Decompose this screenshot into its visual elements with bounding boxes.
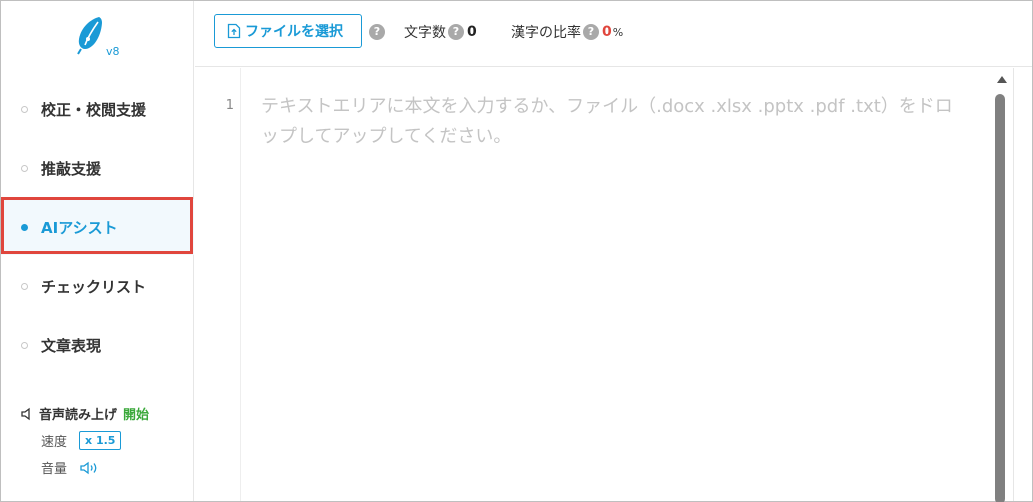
- sidebar-item-checklist[interactable]: チェックリスト: [1, 258, 194, 314]
- sidebar-item-label: チェックリスト: [41, 277, 147, 296]
- voice-start-button[interactable]: 開始: [123, 404, 149, 423]
- upload-file-icon: [227, 23, 241, 39]
- char-count-label: 文字数: [404, 25, 446, 41]
- nav-bullet-icon: [21, 105, 28, 113]
- kanji-ratio: 漢字の比率 ? 0 %: [511, 22, 623, 42]
- toolbar: ファイルを選択 ? 文字数 ? 0 漢字の比率 ? 0 %: [195, 1, 1032, 67]
- right-panel-edge: [1013, 68, 1032, 501]
- voice-reader-panel: 音声読み上げ 開始 速度 x 1.5 音量: [20, 404, 149, 477]
- help-icon[interactable]: ?: [448, 24, 464, 40]
- vertical-scrollbar[interactable]: [991, 68, 1013, 502]
- volume-icon[interactable]: [79, 461, 101, 475]
- char-count: 文字数 ? 0: [404, 22, 477, 42]
- volume-label: 音量: [41, 462, 68, 477]
- voice-reader-title: 音声読み上げ: [39, 408, 118, 423]
- app-logo[interactable]: v8: [73, 15, 133, 65]
- kanji-ratio-value: 0: [602, 24, 612, 40]
- sidebar-item-label: AIアシスト: [41, 218, 118, 237]
- text-input-area[interactable]: テキストエリアに本文を入力するか、ファイル（.docx .xlsx .pptx …: [261, 92, 961, 152]
- sidebar-item-expression[interactable]: 文章表現: [1, 317, 194, 373]
- nav-bullet-icon: [21, 164, 28, 172]
- speaker-icon: [21, 407, 30, 420]
- sidebar-item-ai-assist[interactable]: AIアシスト: [1, 199, 194, 255]
- pen-nib-logo-icon: [77, 17, 102, 55]
- help-icon[interactable]: ?: [583, 24, 599, 40]
- select-file-label: ファイルを選択: [245, 24, 343, 40]
- speed-label: 速度: [41, 435, 68, 450]
- kanji-ratio-unit: %: [612, 25, 624, 39]
- nav-bullet-icon: [21, 341, 28, 349]
- char-count-value: 0: [467, 24, 477, 40]
- scroll-up-arrow-icon[interactable]: [997, 76, 1007, 83]
- speed-button[interactable]: x 1.5: [79, 431, 122, 450]
- select-file-button[interactable]: ファイルを選択: [214, 14, 362, 48]
- sidebar-item-revision[interactable]: 推敲支援: [1, 140, 194, 196]
- scrollbar-thumb[interactable]: [995, 94, 1005, 502]
- kanji-ratio-label: 漢字の比率: [511, 25, 581, 41]
- line-number-gutter: 1: [195, 68, 241, 501]
- sidebar-item-proofreading[interactable]: 校正・校閲支援: [1, 81, 194, 137]
- sidebar-item-label: 校正・校閲支援: [41, 100, 147, 119]
- sidebar-item-label: 推敲支援: [41, 159, 102, 178]
- sidebar: v8 校正・校閲支援 推敲支援 AIアシスト チェックリスト 文章表現 音声読み…: [1, 1, 194, 501]
- line-number: 1: [225, 98, 234, 113]
- nav-bullet-icon: [21, 223, 28, 231]
- sidebar-item-label: 文章表現: [41, 336, 102, 355]
- nav-bullet-icon: [21, 282, 28, 290]
- help-icon[interactable]: ?: [369, 24, 385, 40]
- editor: 1 テキストエリアに本文を入力するか、ファイル（.docx .xlsx .ppt…: [195, 68, 1012, 501]
- app-version: v8: [106, 45, 120, 58]
